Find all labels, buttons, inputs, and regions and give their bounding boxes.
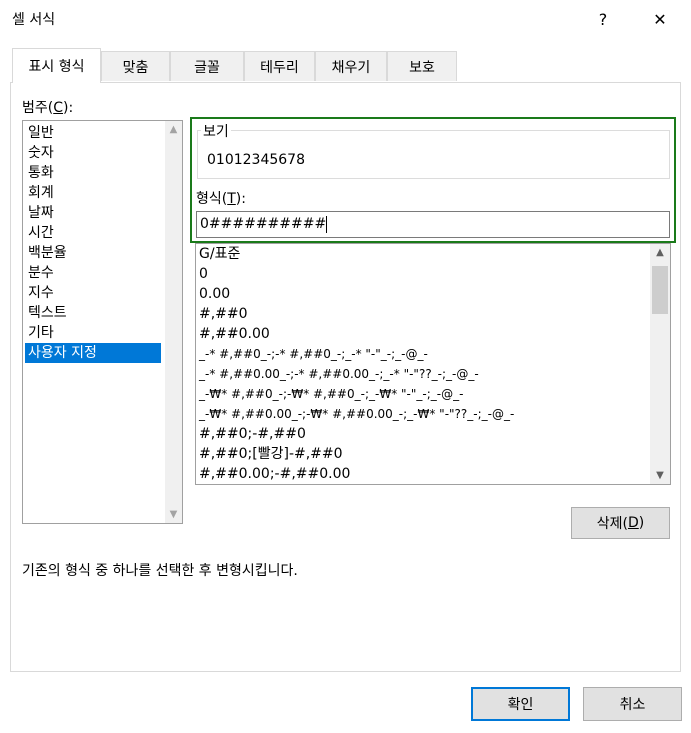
scrollbar-thumb[interactable] — [652, 266, 668, 314]
category-item-special[interactable]: 기타 — [25, 323, 161, 343]
tab-label: 표시 형식 — [28, 59, 85, 75]
category-item-currency[interactable]: 통화 — [25, 163, 161, 183]
format-input-value: 0########## — [200, 216, 327, 232]
category-label: 범주(C): — [22, 100, 74, 116]
tab-number-format[interactable]: 표시 형식 — [12, 48, 101, 83]
type-list-item[interactable]: #,##0;[빨강]-#,##0 — [199, 444, 343, 464]
tab-label: 테두리 — [260, 59, 299, 76]
scroll-down-icon[interactable]: ▼ — [165, 506, 182, 523]
type-list-item[interactable]: _-₩* #,##0.00_-;-₩* #,##0.00_-;_-₩* "-"?… — [199, 404, 514, 424]
delete-button[interactable]: 삭제(D) — [571, 507, 670, 539]
type-list-item[interactable]: _-₩* #,##0_-;-₩* #,##0_-;_-₩* "-"_-;_-@_… — [199, 384, 463, 404]
type-list-item[interactable]: #,##0.00 — [199, 324, 270, 344]
tab-label: 맞춤 — [122, 59, 149, 76]
type-list-item[interactable]: 0.00 — [199, 284, 230, 304]
tab-label: 보호 — [409, 59, 435, 76]
tab-label: 글꼴 — [194, 59, 220, 76]
type-list-item[interactable]: #,##0 — [199, 304, 248, 324]
help-button[interactable]: ? — [583, 4, 623, 34]
tab-fill[interactable]: 채우기 — [315, 51, 387, 81]
description-text: 기존의 형식 중 하나를 선택한 후 변형시킵니다. — [22, 563, 298, 579]
scroll-down-icon[interactable]: ▼ — [650, 467, 670, 484]
preview-value: 01012345678 — [207, 152, 305, 168]
category-item-number[interactable]: 숫자 — [25, 143, 161, 163]
type-list-item[interactable]: #,##0.00;-#,##0.00 — [199, 464, 350, 484]
type-list-item[interactable]: _-* #,##0.00_-;-* #,##0.00_-;_-* "-"??_-… — [199, 364, 479, 384]
format-label: 형식(T): — [196, 191, 246, 207]
type-list-item[interactable]: 0 — [199, 264, 208, 284]
category-list[interactable]: 일반 숫자 통화 회계 날짜 시간 백분율 분수 지수 텍스트 기타 사용자 지… — [22, 120, 183, 524]
category-item-percentage[interactable]: 백분율 — [25, 243, 161, 263]
type-list-item[interactable]: G/표준 — [199, 244, 240, 264]
close-icon: ✕ — [653, 9, 667, 29]
format-input[interactable]: 0########## — [196, 211, 670, 238]
format-type-list[interactable]: G/표준 0 0.00 #,##0 #,##0.00 _-* #,##0_-;-… — [195, 243, 671, 485]
preview-legend: 보기 — [201, 121, 231, 141]
dialog-title: 셀 서식 — [12, 12, 56, 28]
category-item-general[interactable]: 일반 — [25, 123, 161, 143]
text-caret — [326, 215, 328, 233]
category-item-scientific[interactable]: 지수 — [25, 283, 161, 303]
category-item-date[interactable]: 날짜 — [25, 203, 161, 223]
scroll-up-icon[interactable]: ▲ — [650, 244, 670, 261]
category-item-fraction[interactable]: 분수 — [25, 263, 161, 283]
tab-font[interactable]: 글꼴 — [170, 51, 244, 81]
tab-protection[interactable]: 보호 — [387, 51, 457, 81]
type-list-scrollbar[interactable]: ▲ ▼ — [650, 244, 670, 484]
tab-alignment[interactable]: 맞춤 — [101, 51, 170, 81]
type-list-item[interactable]: #,##0;-#,##0 — [199, 424, 306, 444]
scroll-up-icon[interactable]: ▲ — [165, 121, 182, 138]
cancel-button[interactable]: 취소 — [583, 687, 682, 721]
category-scrollbar[interactable]: ▲ ▼ — [165, 121, 182, 523]
category-item-text[interactable]: 텍스트 — [25, 303, 161, 323]
category-item-custom[interactable]: 사용자 지정 — [25, 343, 161, 363]
tab-label: 채우기 — [331, 59, 371, 76]
ok-button[interactable]: 확인 — [471, 687, 570, 721]
close-button[interactable]: ✕ — [640, 4, 680, 34]
category-item-accounting[interactable]: 회계 — [25, 183, 161, 203]
type-list-item[interactable]: _-* #,##0_-;-* #,##0_-;_-* "-"_-;_-@_- — [199, 344, 428, 364]
category-item-time[interactable]: 시간 — [25, 223, 161, 243]
tab-border[interactable]: 테두리 — [244, 51, 315, 81]
